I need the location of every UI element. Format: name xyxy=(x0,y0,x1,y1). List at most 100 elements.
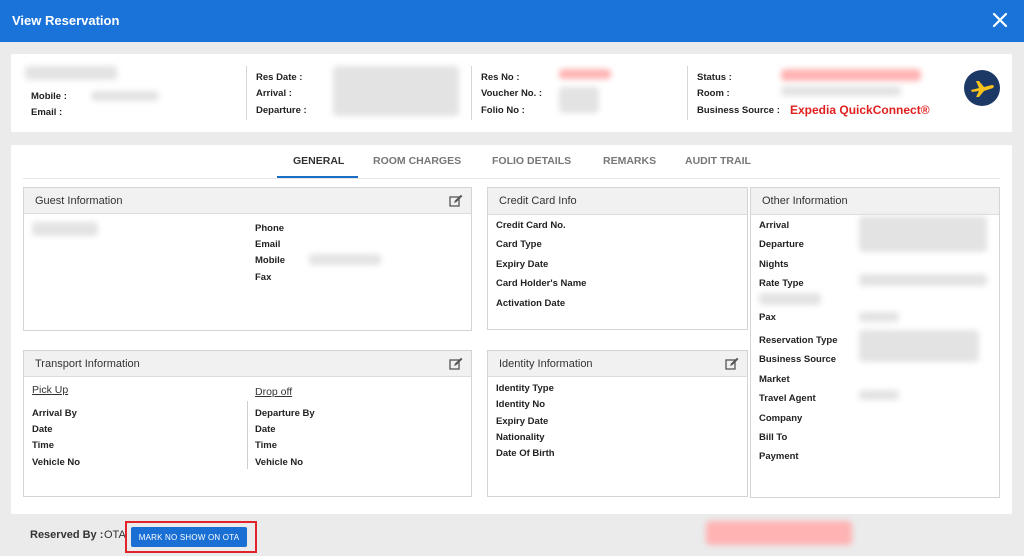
identity-type-label: Identity Type xyxy=(496,383,554,394)
card-holder-name-label: Card Holder's Name xyxy=(496,278,587,289)
panel-header: Identity Information xyxy=(488,351,747,377)
panel-header: Credit Card Info xyxy=(488,188,747,215)
time-label: Time xyxy=(32,440,55,451)
other-information-panel: Other Information Arrival Departure Nigh… xyxy=(750,187,1000,498)
bill-to-label: Bill To xyxy=(759,432,788,443)
close-icon[interactable] xyxy=(990,10,1010,30)
expedia-logo-icon xyxy=(964,70,1000,106)
business-source-label: Business Source xyxy=(759,354,837,365)
pick-up-link[interactable]: Pick Up xyxy=(32,384,68,396)
fax-label: Fax xyxy=(255,272,272,283)
rate-type-label: Rate Type xyxy=(759,278,804,289)
guest-name-redacted xyxy=(32,222,98,236)
activation-date-label: Activation Date xyxy=(496,298,566,309)
mobile-value-redacted xyxy=(91,91,159,101)
edit-icon[interactable] xyxy=(449,357,463,371)
dates-redacted xyxy=(333,66,459,116)
arrival-label: Arrival xyxy=(759,220,790,231)
footer-action-redacted xyxy=(706,521,852,545)
tab-audit-trail[interactable]: AUDIT TRAIL xyxy=(685,155,751,167)
reservation-type-label: Reservation Type xyxy=(759,335,838,346)
date-of-birth-label: Date Of Birth xyxy=(496,448,555,459)
date-label: Date xyxy=(32,424,53,435)
res-no-label: Res No : xyxy=(481,72,520,83)
email-label: Email xyxy=(255,239,281,250)
panel-header: Guest Information xyxy=(24,188,471,214)
panel-title: Transport Information xyxy=(35,358,140,370)
departure-label: Departure xyxy=(759,239,804,250)
drop-off-link[interactable]: Drop off xyxy=(255,386,292,398)
expiry-date-label: Expiry Date xyxy=(496,259,549,270)
vehicle-no-label: Vehicle No xyxy=(255,457,304,468)
tab-general[interactable]: GENERAL xyxy=(293,155,344,167)
departure-by-label: Departure By xyxy=(255,408,315,419)
room-label: Room : xyxy=(697,88,730,99)
travel-agent-label: Travel Agent xyxy=(759,393,816,404)
identity-no-label: Identity No xyxy=(496,399,546,410)
pax-redacted xyxy=(859,312,899,322)
room-redacted xyxy=(781,86,901,96)
email-label: Email : xyxy=(31,107,63,118)
active-tab-indicator xyxy=(277,176,358,178)
edit-icon[interactable] xyxy=(449,194,463,208)
divider xyxy=(687,66,688,120)
voucher-no-label: Voucher No. : xyxy=(481,88,543,99)
mobile-value-redacted xyxy=(309,254,381,265)
panel-header: Transport Information xyxy=(24,351,471,377)
date-label: Date xyxy=(255,424,276,435)
mobile-label: Mobile : xyxy=(31,91,67,102)
dates-redacted xyxy=(859,216,987,252)
window-title: View Reservation xyxy=(12,13,120,28)
status-redacted xyxy=(781,69,921,81)
nights-label: Nights xyxy=(759,259,789,270)
credit-card-no-label: Credit Card No. xyxy=(496,220,566,231)
res-no-redacted xyxy=(559,69,611,79)
departure-label: Departure : xyxy=(256,105,307,116)
mobile-label: Mobile xyxy=(255,255,286,266)
res-date-label: Res Date : xyxy=(256,72,303,83)
arrival-label: Arrival : xyxy=(256,88,292,99)
travel-agent-redacted xyxy=(859,390,899,400)
window-titlebar: View Reservation xyxy=(0,0,1024,42)
rate-type-extra-redacted xyxy=(759,293,821,305)
panel-title: Other Information xyxy=(762,195,848,207)
divider xyxy=(247,401,248,469)
phone-label: Phone xyxy=(255,223,285,234)
market-label: Market xyxy=(759,374,790,385)
guest-name-redacted xyxy=(25,66,117,80)
status-label: Status : xyxy=(697,72,732,83)
tab-room-charges[interactable]: ROOM CHARGES xyxy=(373,155,461,167)
reserved-by-value: OTA xyxy=(104,529,126,541)
pax-label: Pax xyxy=(759,312,776,323)
reservation-type-redacted xyxy=(859,330,979,362)
identity-information-panel: Identity Information Identity Type Ident… xyxy=(487,350,748,497)
vehicle-no-label: Vehicle No xyxy=(32,457,81,468)
transport-information-panel: Transport Information Pick Up Arrival By… xyxy=(23,350,472,497)
rate-type-redacted xyxy=(859,274,987,286)
company-label: Company xyxy=(759,413,803,424)
panel-header: Other Information xyxy=(751,188,999,215)
voucher-folio-redacted xyxy=(559,87,599,113)
panel-title: Identity Information xyxy=(499,358,593,370)
tab-remarks[interactable]: REMARKS xyxy=(603,155,656,167)
guest-information-panel: Guest Information Phone Email Mobile Fax xyxy=(23,187,472,331)
reserved-by-label: Reserved By : xyxy=(30,529,104,541)
panel-title: Credit Card Info xyxy=(499,195,577,207)
business-source-label: Business Source : xyxy=(697,105,780,116)
folio-no-label: Folio No : xyxy=(481,105,525,116)
divider xyxy=(246,66,247,120)
time-label: Time xyxy=(255,440,278,451)
expiry-date-label: Expiry Date xyxy=(496,416,549,427)
credit-card-panel: Credit Card Info Credit Card No. Card Ty… xyxy=(487,187,748,330)
nationality-label: Nationality xyxy=(496,432,545,443)
reservation-summary: Mobile : Email : Res Date : Arrival : De… xyxy=(11,54,1012,132)
mark-no-show-on-ota-button[interactable]: MARK NO SHOW ON OTA xyxy=(131,527,247,547)
reservation-details: GENERAL ROOM CHARGES FOLIO DETAILS REMAR… xyxy=(11,145,1012,514)
card-type-label: Card Type xyxy=(496,239,542,250)
tab-bar: GENERAL ROOM CHARGES FOLIO DETAILS REMAR… xyxy=(23,145,1000,179)
business-source-value: Expedia QuickConnect® xyxy=(790,103,930,117)
tab-folio-details[interactable]: FOLIO DETAILS xyxy=(492,155,571,167)
arrival-by-label: Arrival By xyxy=(32,408,77,419)
divider xyxy=(471,66,472,120)
edit-icon[interactable] xyxy=(725,357,739,371)
